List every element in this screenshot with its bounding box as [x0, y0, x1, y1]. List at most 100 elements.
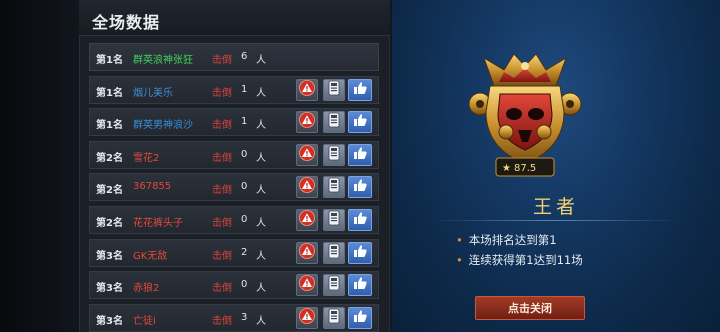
- like-button[interactable]: [348, 274, 372, 297]
- kills-unit: 人: [256, 283, 266, 295]
- kills-count: 0: [241, 213, 248, 225]
- kills-count: 6: [241, 51, 248, 62]
- kills-label: 击倒: [212, 283, 232, 295]
- bullet-icon: •: [456, 253, 463, 267]
- player-info-button[interactable]: [323, 78, 345, 101]
- kills-label: 击倒: [212, 185, 232, 197]
- warning-icon: [299, 144, 315, 165]
- player-info-button[interactable]: [323, 241, 345, 264]
- kills-label: 击倒: [212, 87, 232, 99]
- report-button[interactable]: [296, 78, 318, 101]
- kills-unit: 人: [256, 152, 266, 164]
- thumbs-up-icon: [352, 80, 368, 100]
- player-info-button[interactable]: [323, 274, 345, 297]
- report-button[interactable]: [296, 241, 318, 264]
- achievement-item: • 连续获得第1达到11场: [456, 252, 583, 268]
- kills-count: 1: [241, 83, 248, 95]
- kills-count: 1: [241, 116, 248, 128]
- scoreboard-row: 第3名 亡徒i 击倒 3 人: [89, 303, 379, 332]
- player-info-button[interactable]: [323, 143, 345, 166]
- player-rank: 第3名: [96, 283, 123, 295]
- player-rank: 第2名: [96, 152, 123, 164]
- info-card-icon: [328, 80, 340, 100]
- player-info-button[interactable]: [323, 176, 345, 199]
- kills-label: 击倒: [212, 120, 232, 132]
- kills-unit: 人: [256, 120, 266, 132]
- like-button[interactable]: [348, 143, 372, 166]
- king-rank-emblem: ★ 87.5: [468, 53, 582, 177]
- like-button[interactable]: [348, 176, 372, 199]
- player-rank: 第2名: [96, 185, 123, 197]
- kills-count: 0: [241, 148, 248, 160]
- scoreboard-row: 第3名 赤狼2 击倒 0 人: [89, 271, 379, 300]
- kills-label: 击倒: [212, 217, 232, 229]
- like-button[interactable]: [348, 208, 372, 231]
- player-name[interactable]: 367855: [133, 181, 171, 192]
- warning-icon: [299, 177, 315, 197]
- player-rank: 第2名: [96, 217, 123, 229]
- thumbs-up-icon: [352, 275, 368, 295]
- kills-unit: 人: [256, 87, 266, 99]
- report-button[interactable]: [296, 208, 318, 231]
- kills-unit: 人: [256, 250, 266, 262]
- close-button[interactable]: 点击关闭: [475, 296, 585, 320]
- player-info-button[interactable]: [323, 306, 345, 329]
- kills-label: 击倒: [212, 250, 232, 262]
- player-name[interactable]: 亡徒i: [133, 312, 156, 327]
- thumbs-up-icon: [352, 112, 368, 132]
- report-button[interactable]: [296, 306, 318, 329]
- kills-count: 0: [241, 279, 248, 291]
- player-name[interactable]: 群英浪神张狂: [133, 51, 193, 66]
- warning-icon: [299, 275, 315, 295]
- scoreboard-list: 第1名 群英浪神张狂 击倒 6 人第1名 烟儿美乐 击倒 1 人第1名 群英男神浪沙 击倒 1 人第2名…: [89, 43, 379, 332]
- player-name[interactable]: 雪花2: [133, 149, 159, 164]
- warning-icon: [299, 242, 315, 263]
- player-name[interactable]: 群英男神浪沙: [133, 116, 193, 131]
- player-name[interactable]: 赤狼2: [133, 279, 159, 294]
- player-rank: 第3名: [96, 315, 123, 327]
- scoreboard-row: 第1名 群英男神浪沙 击倒 1 人: [89, 108, 379, 137]
- player-rank: 第1名: [96, 55, 123, 66]
- player-name[interactable]: 花花裤头子: [133, 214, 183, 229]
- achievement-text: 本场排名达到第1: [468, 233, 557, 247]
- thumbs-up-icon: [352, 145, 368, 165]
- warning-icon: [299, 112, 315, 132]
- like-button[interactable]: [348, 111, 372, 134]
- kills-unit: 人: [256, 217, 266, 229]
- scoreboard-row: 第3名 GK无敌 击倒 2 人: [89, 238, 379, 267]
- report-button[interactable]: [296, 274, 318, 297]
- like-button[interactable]: [348, 241, 372, 264]
- scoreboard-row: 第1名 群英浪神张狂 击倒 6 人: [89, 43, 379, 71]
- player-info-button[interactable]: [323, 208, 345, 231]
- report-button[interactable]: [296, 176, 318, 199]
- kills-unit: 人: [256, 185, 266, 197]
- player-info-button[interactable]: [323, 111, 345, 134]
- player-rank: 第1名: [96, 87, 123, 99]
- thumbs-up-icon: [352, 308, 368, 328]
- report-button[interactable]: [296, 111, 318, 134]
- info-card-icon: [328, 112, 340, 132]
- scoreboard-row: 第1名 烟儿美乐 击倒 1 人: [89, 75, 379, 104]
- info-card-icon: [328, 177, 340, 197]
- rank-score: 87.5: [514, 163, 536, 174]
- kills-count: 2: [241, 246, 248, 258]
- warning-icon: [299, 79, 315, 100]
- bullet-icon: •: [456, 233, 463, 247]
- like-button[interactable]: [348, 306, 372, 329]
- kills-count: 3: [241, 311, 248, 323]
- kills-label: 击倒: [212, 55, 232, 66]
- achievement-item: • 本场排名达到第1: [456, 232, 557, 248]
- warning-icon: [299, 307, 315, 328]
- thumbs-up-icon: [352, 243, 368, 263]
- kills-label: 击倒: [212, 152, 232, 164]
- like-button[interactable]: [348, 78, 372, 101]
- kills-label: 击倒: [212, 315, 232, 327]
- report-button[interactable]: [296, 143, 318, 166]
- kills-count: 0: [241, 181, 248, 193]
- divider-line: [430, 220, 680, 221]
- player-rank: 第3名: [96, 250, 123, 262]
- info-card-icon: [328, 308, 340, 328]
- player-name[interactable]: GK无敌: [133, 247, 167, 262]
- warning-icon: [299, 210, 315, 230]
- player-name[interactable]: 烟儿美乐: [133, 84, 173, 99]
